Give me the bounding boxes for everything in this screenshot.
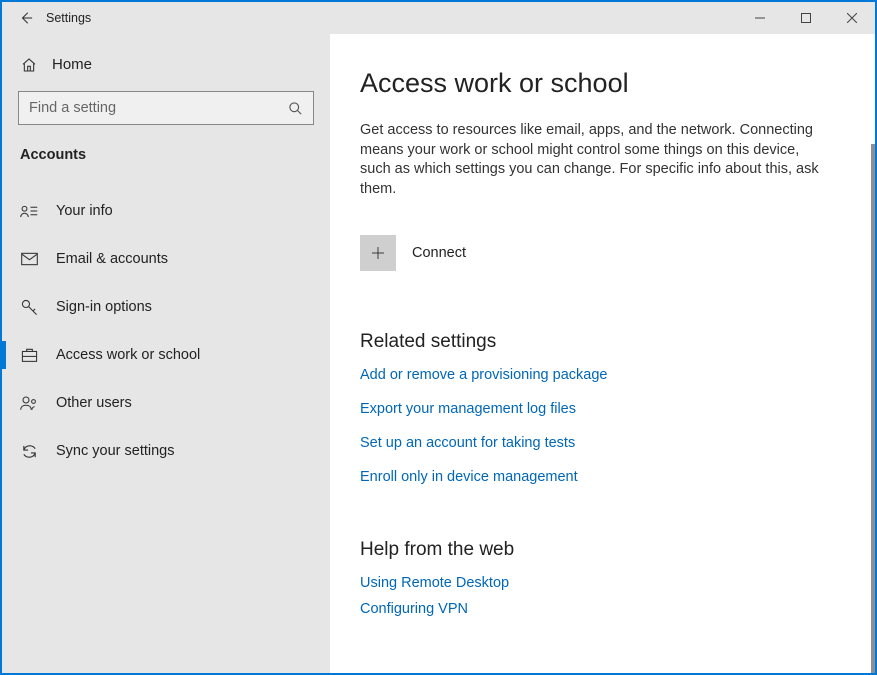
home-icon xyxy=(20,57,38,73)
plus-icon xyxy=(360,235,396,271)
back-button[interactable] xyxy=(12,11,40,25)
link-export-log-files[interactable]: Export your management log files xyxy=(360,401,845,417)
sidebar-item-label: Sync your settings xyxy=(56,443,174,459)
category-heading: Accounts xyxy=(18,147,314,163)
search-input[interactable] xyxy=(29,100,288,116)
home-label: Home xyxy=(52,56,92,73)
related-settings-heading: Related settings xyxy=(360,331,845,353)
minimize-button[interactable] xyxy=(737,2,783,34)
link-provisioning-package[interactable]: Add or remove a provisioning package xyxy=(360,367,845,383)
sync-icon xyxy=(20,443,38,460)
briefcase-icon xyxy=(20,347,38,363)
key-icon xyxy=(20,299,38,316)
sidebar-item-label: Email & accounts xyxy=(56,251,168,267)
people-icon xyxy=(20,395,38,411)
home-nav[interactable]: Home xyxy=(18,50,314,91)
link-setup-test-account[interactable]: Set up an account for taking tests xyxy=(360,435,845,451)
content-pane: Access work or school Get access to reso… xyxy=(330,34,875,673)
connect-button[interactable]: Connect xyxy=(360,235,845,271)
person-card-icon xyxy=(20,203,38,219)
settings-window: Settings Home xyxy=(0,0,877,675)
help-links: Using Remote Desktop Configuring VPN xyxy=(360,575,845,617)
link-enroll-device-management[interactable]: Enroll only in device management xyxy=(360,469,845,485)
sidebar-item-your-info[interactable]: Your info xyxy=(18,189,314,233)
sidebar-item-label: Sign-in options xyxy=(56,299,152,315)
help-heading: Help from the web xyxy=(360,539,845,561)
sidebar-item-other-users[interactable]: Other users xyxy=(18,381,314,425)
sidebar-item-label: Other users xyxy=(56,395,132,411)
related-links: Add or remove a provisioning package Exp… xyxy=(360,367,845,485)
page-description: Get access to resources like email, apps… xyxy=(360,121,820,199)
link-remote-desktop[interactable]: Using Remote Desktop xyxy=(360,575,845,591)
envelope-icon xyxy=(20,252,38,266)
sidebar-item-label: Your info xyxy=(56,203,113,219)
sidebar-item-sign-in-options[interactable]: Sign-in options xyxy=(18,285,314,329)
window-body: Home Accounts xyxy=(2,34,875,673)
search-box[interactable] xyxy=(18,91,314,125)
nav-list: Your info Email & accounts xyxy=(18,189,314,473)
sidebar: Home Accounts xyxy=(2,34,330,673)
scrollbar[interactable] xyxy=(871,144,875,673)
titlebar: Settings xyxy=(2,2,875,34)
page-title: Access work or school xyxy=(360,68,845,99)
maximize-button[interactable] xyxy=(783,2,829,34)
window-title: Settings xyxy=(46,11,91,25)
close-button[interactable] xyxy=(829,2,875,34)
window-controls xyxy=(737,2,875,34)
sidebar-item-email-accounts[interactable]: Email & accounts xyxy=(18,237,314,281)
sidebar-item-access-work-school[interactable]: Access work or school xyxy=(18,333,314,377)
search-icon xyxy=(288,101,303,116)
sidebar-item-sync-settings[interactable]: Sync your settings xyxy=(18,429,314,473)
sidebar-item-label: Access work or school xyxy=(56,347,200,363)
connect-label: Connect xyxy=(412,245,466,261)
link-configuring-vpn[interactable]: Configuring VPN xyxy=(360,601,845,617)
